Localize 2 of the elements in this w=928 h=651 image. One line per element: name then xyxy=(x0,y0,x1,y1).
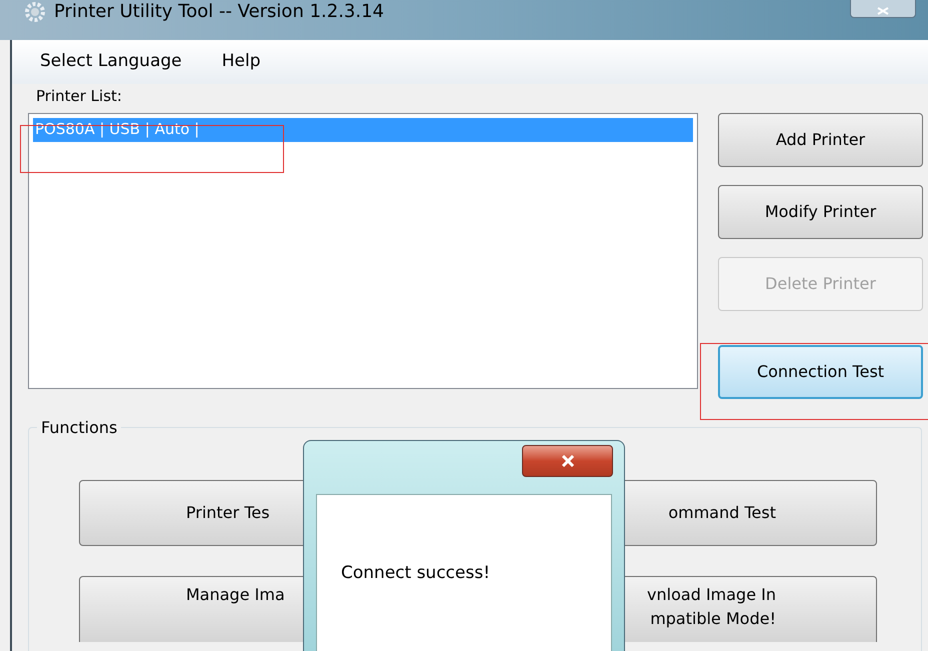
list-label: Printer List: xyxy=(36,86,122,107)
window-title: Printer Utility Tool -- Version 1.2.3.14 xyxy=(54,0,384,24)
